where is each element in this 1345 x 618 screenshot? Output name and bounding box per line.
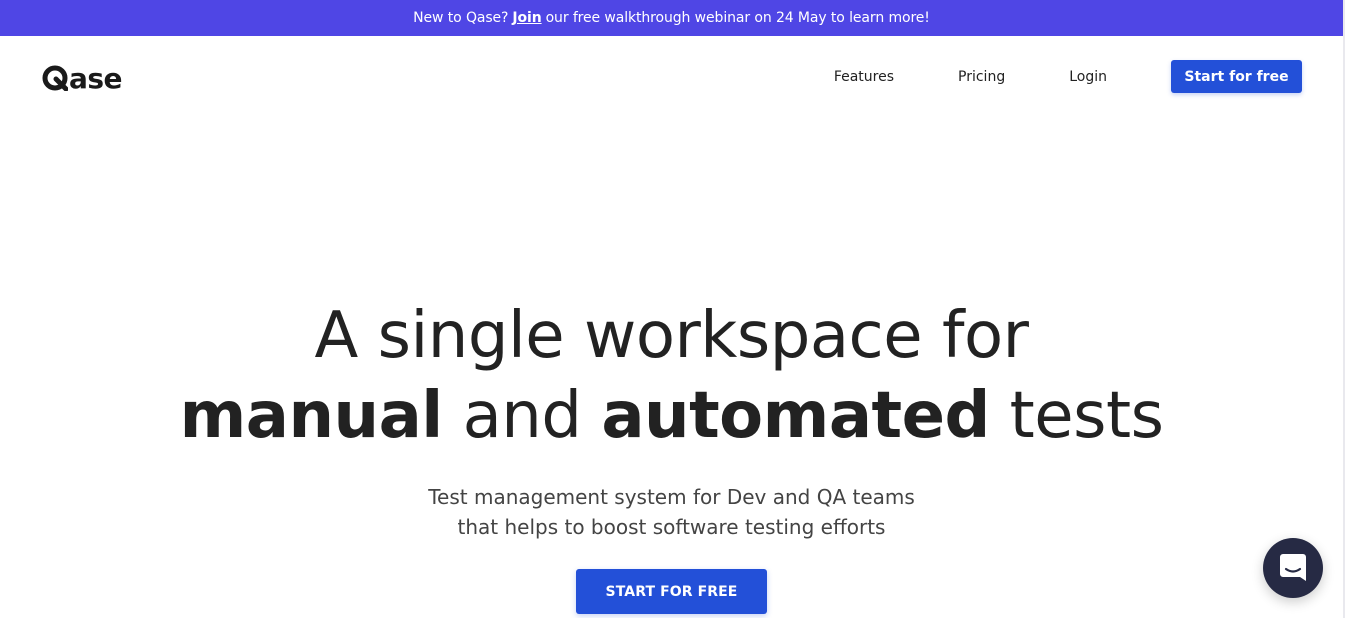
announcement-prefix: New to Qase?	[413, 10, 509, 26]
site-header: ase Features Pricing Login Start for fre…	[0, 36, 1343, 120]
logo-text: ase	[69, 61, 123, 95]
nav-features[interactable]: Features	[834, 69, 894, 85]
hero-bold-automated: automated	[601, 379, 990, 453]
start-for-free-button[interactable]: Start for free	[1171, 60, 1302, 93]
main-nav: Features Pricing Login Start for free	[834, 60, 1302, 93]
qase-q-icon	[42, 65, 68, 91]
hero-title: A single workspace for manual and automa…	[0, 296, 1343, 456]
hero-subtitle-line1: Test management system for Dev and QA te…	[428, 485, 915, 509]
hero-bold-manual: manual	[179, 379, 444, 453]
hero-start-for-free-button[interactable]: START FOR FREE	[576, 569, 767, 614]
hero-title-line2: manual and automated tests	[0, 376, 1343, 456]
hero-tests: tests	[989, 379, 1164, 453]
nav-pricing[interactable]: Pricing	[958, 69, 1005, 85]
announcement-suffix: our free walkthrough webinar on 24 May t…	[545, 10, 930, 26]
chat-launcher[interactable]	[1263, 538, 1323, 598]
hero-subtitle-line2: that helps to boost software testing eff…	[457, 515, 886, 539]
hero-title-line1: A single workspace for	[314, 299, 1029, 373]
hero-subtitle: Test management system for Dev and QA te…	[0, 482, 1343, 542]
chat-bubble-icon	[1280, 554, 1306, 581]
hero-and: and	[442, 379, 602, 453]
qase-logo[interactable]: ase	[42, 61, 123, 95]
page: New to Qase? Join our free walkthrough w…	[0, 0, 1345, 618]
nav-login[interactable]: Login	[1069, 69, 1107, 85]
announcement-bar: New to Qase? Join our free walkthrough w…	[0, 0, 1343, 36]
announcement-join-link[interactable]: Join	[512, 10, 541, 26]
hero-section: A single workspace for manual and automa…	[0, 296, 1343, 542]
